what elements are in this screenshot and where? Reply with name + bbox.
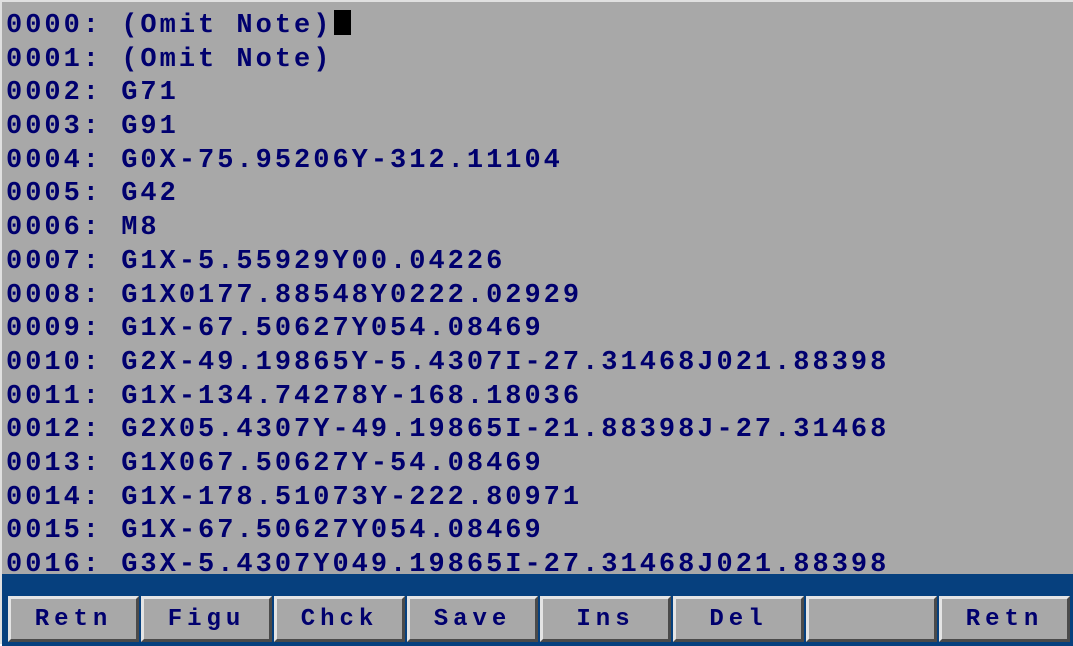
code-line[interactable]: 0013: G1X067.50627Y-54.08469 (6, 448, 1066, 482)
save-softkey[interactable]: Save (407, 596, 538, 642)
retn-softkey[interactable]: Retn (8, 596, 139, 642)
del-softkey[interactable]: Del (673, 596, 804, 642)
text-cursor (334, 10, 352, 35)
code-line[interactable]: 0000: (Omit Note) (6, 10, 1066, 44)
gcode-text: G91 (121, 112, 179, 143)
code-line[interactable]: 0006: M8 (6, 212, 1066, 246)
line-number: 0010: (6, 347, 103, 378)
line-number: 0008: (6, 280, 103, 311)
line-number: 0009: (6, 314, 103, 345)
line-number: 0011: (6, 381, 103, 412)
code-line[interactable]: 0002: G71 (6, 77, 1066, 111)
figu-softkey[interactable]: Figu (141, 596, 272, 642)
blank-softkey[interactable] (806, 596, 937, 642)
line-number: 0000: (6, 11, 103, 41)
gcode-text: G1X-67.50627Y054.08469 (121, 314, 544, 345)
line-number: 0002: (6, 78, 103, 109)
gcode-text: G1X067.50627Y-54.08469 (121, 448, 544, 479)
gcode-text: G2X-49.19865Y-5.4307I-27.31468J021.88398 (121, 347, 890, 378)
code-line[interactable]: 0003: G91 (6, 111, 1066, 145)
line-number: 0015: (6, 516, 103, 547)
code-line[interactable]: 0005: G42 (6, 178, 1066, 212)
code-line[interactable]: 0007: G1X-5.55929Y00.04226 (6, 246, 1066, 280)
line-number: 0012: (6, 415, 103, 446)
code-line[interactable]: 0012: G2X05.4307Y-49.19865I-21.88398J-27… (6, 414, 1066, 448)
gcode-text: G2X05.4307Y-49.19865I-21.88398J-27.31468 (121, 415, 890, 446)
gcode-text: (Omit Note) (121, 44, 333, 75)
code-line[interactable]: 0001: (Omit Note) (6, 44, 1066, 78)
line-number: 0014: (6, 482, 103, 513)
line-number: 0003: (6, 112, 103, 143)
gcode-text: G1X0177.88548Y0222.02929 (121, 280, 583, 311)
line-number: 0004: (6, 145, 103, 176)
gcode-text: G42 (121, 179, 179, 210)
line-number: 0013: (6, 448, 103, 479)
gcode-text: G1X-67.50627Y054.08469 (121, 516, 544, 547)
softkey-bar: Retn Figu Chck Save Ins Del Retn (2, 574, 1073, 646)
retn-softkey-right[interactable]: Retn (939, 596, 1070, 642)
softkey-row: Retn Figu Chck Save Ins Del Retn (8, 596, 1070, 642)
code-line[interactable]: 0015: G1X-67.50627Y054.08469 (6, 515, 1066, 549)
line-number: 0001: (6, 44, 103, 75)
gcode-text: M8 (121, 213, 160, 244)
gcode-text: G1X-5.55929Y00.04226 (121, 246, 506, 277)
cnc-program-editor-screen: 0000: (Omit Note) 0001: (Omit Note) 0002: … (0, 0, 1073, 646)
code-line[interactable]: 0004: G0X-75.95206Y-312.11104 (6, 145, 1066, 179)
gcode-text: G1X-178.51073Y-222.80971 (121, 482, 583, 513)
gcode-text: G71 (121, 78, 179, 109)
chck-softkey[interactable]: Chck (274, 596, 405, 642)
gcode-editor[interactable]: 0000: (Omit Note) 0001: (Omit Note) 0002: … (6, 10, 1066, 580)
code-line[interactable]: 0009: G1X-67.50627Y054.08469 (6, 313, 1066, 347)
code-line[interactable]: 0014: G1X-178.51073Y-222.80971 (6, 482, 1066, 516)
gcode-text: G1X-134.74278Y-168.18036 (121, 381, 583, 412)
gcode-text: G0X-75.95206Y-312.11104 (121, 145, 563, 176)
line-number: 0006: (6, 213, 103, 244)
line-number: 0005: (6, 179, 103, 210)
ins-softkey[interactable]: Ins (540, 596, 671, 642)
code-line[interactable]: 0010: G2X-49.19865Y-5.4307I-27.31468J021… (6, 347, 1066, 381)
code-line[interactable]: 0008: G1X0177.88548Y0222.02929 (6, 280, 1066, 314)
line-number: 0007: (6, 246, 103, 277)
code-line[interactable]: 0011: G1X-134.74278Y-168.18036 (6, 381, 1066, 415)
gcode-text: (Omit Note) (121, 11, 333, 41)
